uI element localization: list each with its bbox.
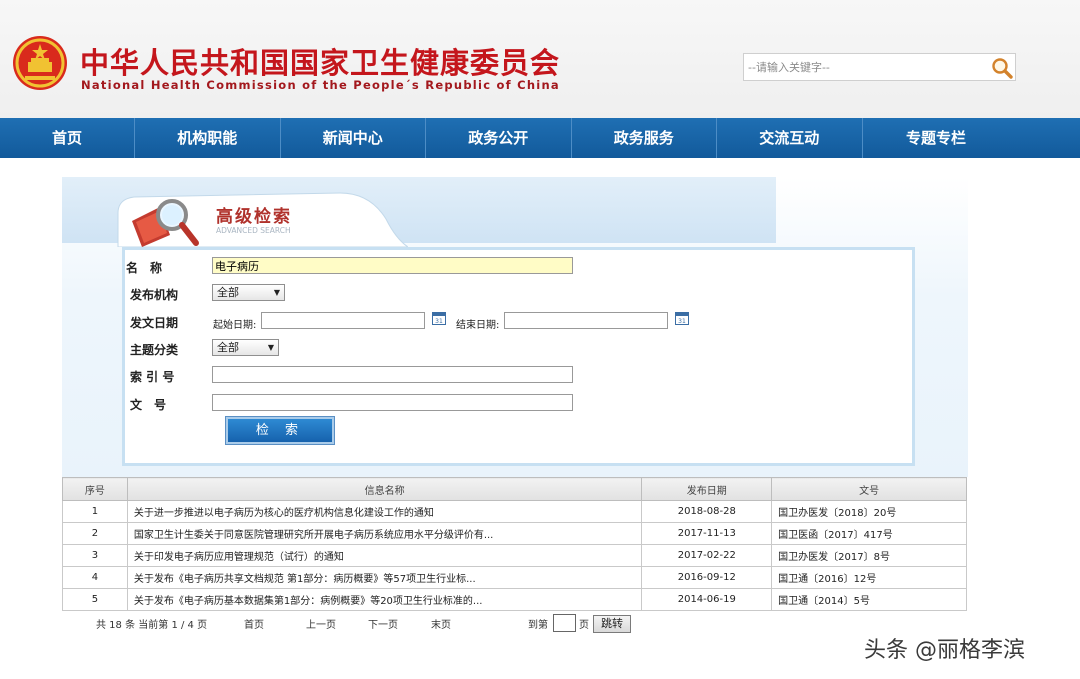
index-label: 索 引 号	[130, 370, 175, 384]
main-nav: 首页 机构职能 新闻中心 政务公开 政务服务 交流互动 专题专栏	[0, 118, 1080, 158]
col-header-title: 信息名称	[126, 477, 643, 501]
col-header-doc: 文号	[771, 477, 967, 501]
row-title-link[interactable]: 国家卫生计生委关于同意医院管理研究所开展电子病历系统应用水平分级评价有...	[126, 522, 643, 545]
search-submit-button[interactable]: 检 索	[225, 416, 335, 445]
panel-title: 高级检索	[216, 207, 292, 227]
pager-summary: 共 18 条 当前第 1 / 4 页	[96, 620, 208, 631]
row-doc-number: 国卫通〔2014〕5号	[771, 588, 967, 611]
row-number: 5	[62, 588, 128, 611]
end-date-field[interactable]	[504, 312, 668, 329]
svg-text:31: 31	[678, 318, 686, 325]
table-row: 5 关于发布《电子病历基本数据集第1部分：病例概要》等20项卫生行业标准的...…	[62, 588, 967, 611]
org-select-value: 全部	[217, 286, 239, 299]
nav-interaction[interactable]: 交流互动	[717, 118, 863, 158]
topic-select[interactable]: 全部 ▼	[212, 339, 279, 356]
org-select[interactable]: 全部 ▼	[212, 284, 285, 301]
row-number: 3	[62, 544, 128, 567]
goto-page-input[interactable]	[553, 614, 576, 632]
row-number: 4	[62, 566, 128, 589]
topic-select-value: 全部	[217, 341, 239, 354]
pager-last[interactable]: 末页	[431, 616, 451, 631]
start-date-label: 起始日期:	[213, 320, 257, 331]
doc-number-field[interactable]	[212, 394, 573, 411]
search-input[interactable]	[748, 58, 984, 76]
date-label: 发文日期	[130, 316, 179, 330]
start-date-field[interactable]	[261, 312, 425, 329]
org-label: 发布机构	[130, 288, 179, 302]
row-date: 2017-02-22	[641, 544, 773, 567]
index-field[interactable]	[212, 366, 573, 383]
table-row: 2 国家卫生计生委关于同意医院管理研究所开展电子病历系统应用水平分级评价有...…	[62, 522, 967, 545]
row-title-link[interactable]: 关于发布《电子病历基本数据集第1部分：病例概要》等20项卫生行业标准的...	[126, 588, 643, 611]
goto-suffix: 页	[579, 620, 589, 631]
nav-news[interactable]: 新闻中心	[281, 118, 426, 158]
panel-title-en: ADVANCED SEARCH	[216, 226, 291, 235]
pager-first[interactable]: 首页	[244, 616, 264, 631]
col-header-date: 发布日期	[641, 477, 773, 501]
national-emblem-icon	[13, 36, 67, 90]
table-header-row: 序号 信息名称 发布日期 文号	[62, 477, 967, 501]
svg-text:31: 31	[435, 318, 443, 325]
row-title-link[interactable]: 关于进一步推进以电子病历为核心的医疗机构信息化建设工作的通知	[126, 500, 643, 523]
row-doc-number: 国卫办医发〔2017〕8号	[771, 544, 967, 567]
nav-gov-info[interactable]: 政务公开	[426, 118, 572, 158]
table-row: 3 关于印发电子病历应用管理规范（试行）的通知 2017-02-22 国卫办医发…	[62, 544, 967, 567]
site-subtitle: National Health Commission of the People…	[81, 78, 560, 92]
row-date: 2016-09-12	[641, 566, 773, 589]
watermark-text: 头条 @丽格李滨	[864, 638, 1025, 663]
calendar-icon[interactable]: 31	[675, 311, 689, 325]
site-search	[743, 53, 1016, 81]
results-table: 序号 信息名称 发布日期 文号 1 关于进一步推进以电子病历为核心的医疗机构信息…	[62, 477, 967, 611]
row-date: 2014-06-19	[641, 588, 773, 611]
row-doc-number: 国卫通〔2016〕12号	[771, 566, 967, 589]
name-label: 名 称	[126, 261, 163, 275]
row-date: 2017-11-13	[641, 522, 773, 545]
row-number: 1	[62, 500, 128, 523]
row-doc-number: 国卫办医发〔2018〕20号	[771, 500, 967, 523]
row-number: 2	[62, 522, 128, 545]
topic-label: 主题分类	[130, 343, 179, 357]
table-row: 1 关于进一步推进以电子病历为核心的医疗机构信息化建设工作的通知 2018-08…	[62, 500, 967, 523]
nav-home[interactable]: 首页	[0, 118, 135, 158]
search-icon[interactable]	[990, 56, 1014, 80]
end-date-label: 结束日期:	[456, 320, 500, 331]
chevron-down-icon: ▼	[273, 288, 280, 297]
row-title-link[interactable]: 关于发布《电子病历共享文档规范 第1部分：病历概要》等57项卫生行业标...	[126, 566, 643, 589]
row-doc-number: 国卫医函〔2017〕417号	[771, 522, 967, 545]
chevron-down-icon: ▼	[267, 343, 274, 352]
table-row: 4 关于发布《电子病历共享文档规范 第1部分：病历概要》等57项卫生行业标...…	[62, 566, 967, 589]
name-field[interactable]	[212, 257, 573, 274]
row-date: 2018-08-28	[641, 500, 773, 523]
goto-button[interactable]: 跳转	[593, 615, 631, 633]
nav-gov-service[interactable]: 政务服务	[572, 118, 717, 158]
nav-topics[interactable]: 专题专栏	[863, 118, 1010, 158]
calendar-icon[interactable]: 31	[432, 311, 446, 325]
doc-number-label: 文 号	[130, 398, 167, 412]
pager-next[interactable]: 下一页	[368, 616, 398, 631]
site-title: 中华人民共和国国家卫生健康委员会	[80, 46, 561, 80]
magnifier-icon	[132, 199, 199, 247]
goto-prefix: 到第	[528, 620, 548, 631]
pager-prev[interactable]: 上一页	[306, 616, 336, 631]
row-title-link[interactable]: 关于印发电子病历应用管理规范（试行）的通知	[126, 544, 643, 567]
col-header-number: 序号	[62, 477, 128, 501]
nav-functions[interactable]: 机构职能	[135, 118, 281, 158]
